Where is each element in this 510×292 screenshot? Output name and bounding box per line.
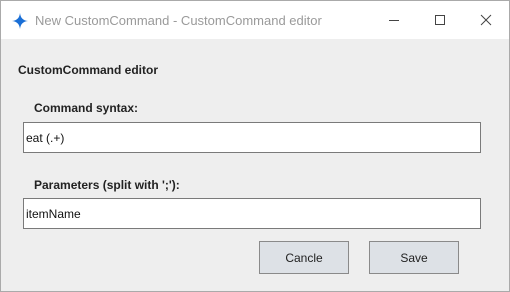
parameters-label: Parameters (split with ';'):	[34, 178, 180, 192]
command-syntax-label: Command syntax:	[34, 101, 139, 115]
minimize-icon	[389, 20, 399, 21]
window-title: New CustomCommand - CustomCommand editor	[35, 13, 322, 28]
custom-command-editor-window: New CustomCommand - CustomCommand editor…	[0, 0, 510, 292]
title-bar[interactable]: New CustomCommand - CustomCommand editor	[1, 1, 509, 39]
maximize-button[interactable]	[417, 1, 463, 39]
close-icon	[480, 14, 492, 26]
parameters-input[interactable]	[23, 198, 481, 229]
editor-panel: CustomCommand editor Command syntax: Par…	[1, 39, 509, 291]
close-button[interactable]	[463, 1, 509, 39]
command-syntax-input[interactable]	[23, 122, 481, 153]
editor-heading: CustomCommand editor	[18, 63, 159, 77]
save-button[interactable]: Save	[369, 241, 459, 274]
cancel-button[interactable]: Cancle	[259, 241, 349, 274]
sparkle-icon	[11, 12, 29, 30]
minimize-button[interactable]	[371, 1, 417, 39]
maximize-icon	[435, 15, 445, 25]
